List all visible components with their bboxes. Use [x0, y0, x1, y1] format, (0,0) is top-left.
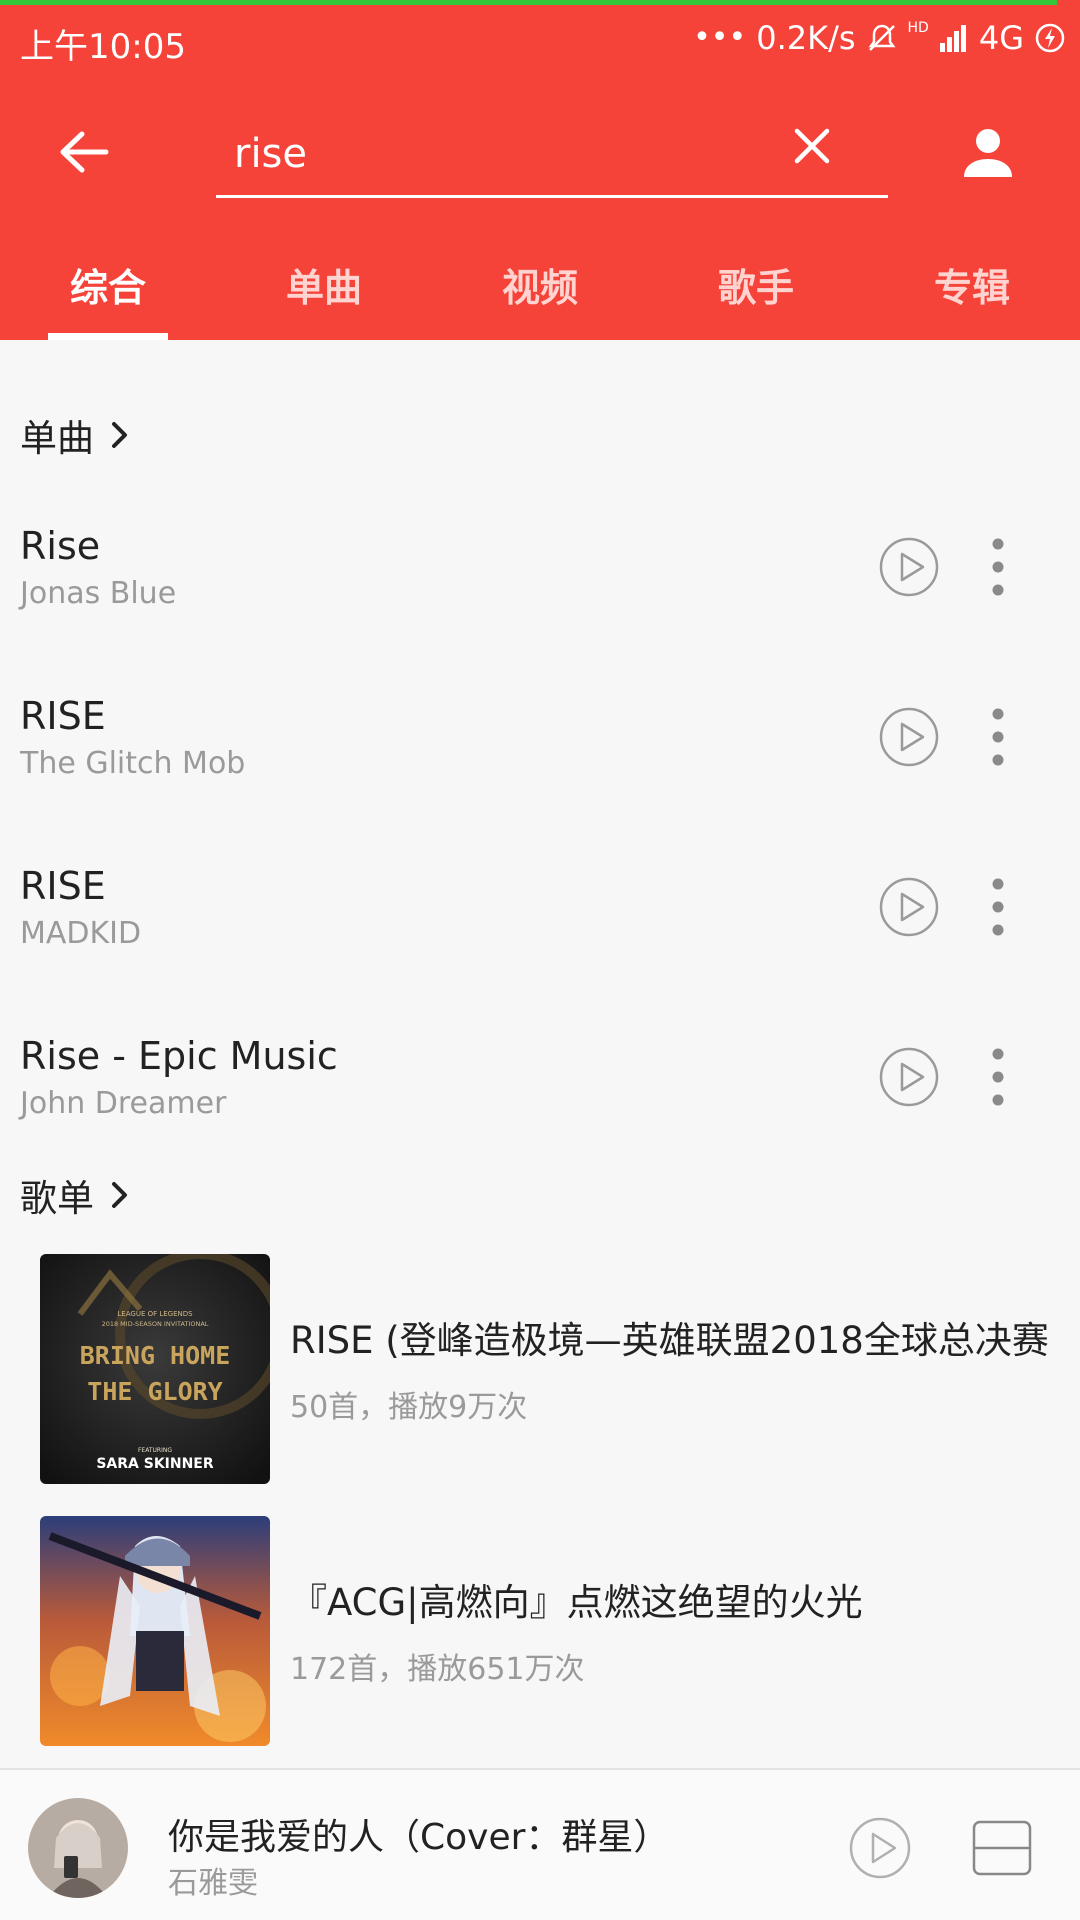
- song-artist: The Glitch Mob: [20, 746, 246, 781]
- play-icon[interactable]: [848, 1816, 912, 1880]
- network-speed: 0.2K/s: [756, 19, 856, 57]
- search-box[interactable]: [216, 114, 888, 198]
- user-button[interactable]: [950, 114, 1026, 190]
- search-toolbar: [0, 96, 1080, 208]
- status-bar: 上午10:05 ••• 0.2K/s HD 4G: [0, 5, 1080, 71]
- song-title: Rise - Epic Music: [20, 1034, 338, 1078]
- cover-line-the-glory: THE GLORY: [87, 1377, 222, 1406]
- chevron-right-icon: [112, 422, 127, 448]
- cover-line-artist: SARA SKINNER: [96, 1456, 214, 1472]
- playlist-title: RISE (登峰造极境—英雄联盟2018全球总决赛: [290, 1319, 1049, 1362]
- back-button[interactable]: [44, 118, 124, 186]
- tab-albums[interactable]: 专辑: [864, 248, 1080, 340]
- playlist-cover-lol: LEAGUE OF LEGENDS 2018 MID-SEASON INVITA…: [40, 1254, 270, 1484]
- now-playing-title: 你是我爱的人（Cover：群星）: [168, 1817, 670, 1858]
- play-icon[interactable]: [878, 706, 940, 768]
- status-right-group: ••• 0.2K/s HD 4G: [693, 19, 1066, 57]
- more-options-icon[interactable]: [980, 876, 1016, 938]
- mute-bell-icon: [866, 22, 898, 54]
- playlists-section-header[interactable]: 歌单: [20, 1168, 130, 1222]
- chevron-right-icon: [112, 1182, 127, 1208]
- more-options-icon[interactable]: [980, 706, 1016, 768]
- tab-videos[interactable]: 视频: [432, 248, 648, 340]
- mini-player[interactable]: 你是我爱的人（Cover：群星） 石雅雯: [0, 1768, 1080, 1920]
- playlist-meta: 50首，播放9万次: [290, 1390, 528, 1425]
- active-tab-indicator: [48, 333, 168, 340]
- play-icon[interactable]: [878, 876, 940, 938]
- search-input[interactable]: [234, 124, 774, 184]
- cover-line-featuring: FEATURING: [138, 1447, 172, 1454]
- playlists-section-title: 歌单: [20, 1177, 94, 1220]
- tab-artists[interactable]: 歌手: [648, 248, 864, 340]
- tab-songs[interactable]: 单曲: [216, 248, 432, 340]
- app-header: 上午10:05 ••• 0.2K/s HD 4G rise 综合 单曲 视频 歌…: [0, 0, 1080, 340]
- network-type: 4G: [978, 19, 1024, 57]
- cover-line-bring-home: BRING HOME: [80, 1341, 231, 1370]
- tab-comprehensive[interactable]: 综合: [0, 248, 216, 340]
- song-title: RISE: [20, 864, 106, 908]
- cover-line-lol: LEAGUE OF LEGENDS: [117, 1310, 193, 1318]
- playlist-queue-icon[interactable]: [970, 1816, 1034, 1880]
- song-artist: John Dreamer: [20, 1086, 227, 1121]
- song-artist: MADKID: [20, 916, 142, 951]
- now-playing-artist: 石雅雯: [168, 1866, 258, 1901]
- playlist-title: 『ACG|高燃向』点燃这绝望的火光: [290, 1581, 863, 1624]
- charging-icon: [1034, 22, 1066, 54]
- songs-section-header[interactable]: 单曲: [20, 408, 130, 462]
- song-row[interactable]: RISE The Glitch Mob: [0, 694, 1080, 864]
- play-icon[interactable]: [878, 1046, 940, 1108]
- song-row[interactable]: Rise - Epic Music John Dreamer: [0, 1034, 1080, 1204]
- signal-icon: [939, 23, 969, 53]
- song-title: RISE: [20, 694, 106, 738]
- more-options-icon[interactable]: [980, 1046, 1016, 1108]
- hd-label: HD: [907, 20, 929, 36]
- song-artist: Jonas Blue: [20, 576, 177, 611]
- song-row[interactable]: Rise Jonas Blue: [0, 524, 1080, 694]
- search-tabs: 综合 单曲 视频 歌手 专辑: [0, 248, 1080, 340]
- back-arrow-icon: [60, 131, 109, 173]
- dots-icon: •••: [693, 20, 747, 55]
- songs-section-title: 单曲: [20, 417, 94, 460]
- more-options-icon[interactable]: [980, 536, 1016, 598]
- cover-line-msi: 2018 MID-SEASON INVITATIONAL: [102, 1320, 209, 1328]
- play-icon[interactable]: [878, 536, 940, 598]
- playlist-cover-acg: [40, 1516, 270, 1746]
- user-icon: [964, 129, 1012, 177]
- playlist-item[interactable]: 『ACG|高燃向』点燃这绝望的火光 172首，播放651万次: [0, 1516, 1080, 1748]
- status-time: 上午10:05: [20, 27, 186, 67]
- clear-search-button[interactable]: [780, 114, 844, 178]
- song-title: Rise: [20, 524, 101, 568]
- playlist-meta: 172首，播放651万次: [290, 1652, 585, 1687]
- now-playing-cover: [28, 1798, 128, 1898]
- song-row[interactable]: RISE MADKID: [0, 864, 1080, 1034]
- playlist-item[interactable]: LEAGUE OF LEGENDS 2018 MID-SEASON INVITA…: [0, 1254, 1080, 1486]
- clear-icon: [794, 128, 830, 164]
